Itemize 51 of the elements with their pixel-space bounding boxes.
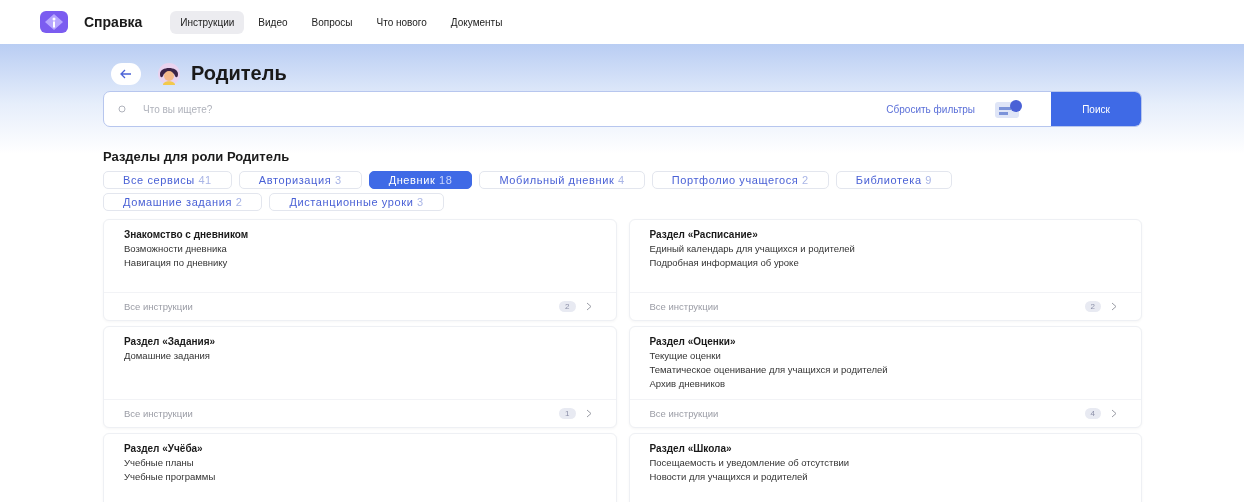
count-badge: 2 — [559, 300, 576, 312]
card-link[interactable]: Учебные программы — [124, 470, 596, 484]
parent-avatar-icon — [157, 62, 181, 85]
sections-heading: Разделы для роли Родитель — [103, 149, 291, 164]
filter-chip[interactable]: Портфолио учащегося 2 — [651, 171, 829, 189]
count-badge: 2 — [1084, 300, 1101, 312]
reset-filters-link[interactable]: Сбросить фильтры — [880, 99, 981, 119]
filter-illustration-icon — [995, 100, 1023, 118]
search-button[interactable]: Поиск — [1051, 92, 1141, 126]
card-link[interactable]: Подробная информация об уроке — [649, 256, 1121, 270]
count-badge: 4 — [1084, 407, 1101, 419]
nav-tab[interactable]: Что нового — [366, 10, 437, 34]
search-field[interactable]: Что вы ищете? Сбросить фильтры Поиск — [103, 91, 1142, 127]
chevron-icon — [585, 408, 592, 418]
card-title: Знакомство с дневником — [124, 229, 250, 240]
chevron-icon — [1111, 408, 1117, 418]
filter-chip[interactable]: Домашние задания 2 — [103, 193, 263, 211]
nav-tab[interactable]: Видео — [248, 10, 298, 34]
chevron-icon — [585, 301, 592, 311]
nav-tab[interactable]: Инструкции — [170, 10, 245, 34]
card-link[interactable]: Навигация по дневнику — [124, 256, 596, 270]
card-link[interactable]: Текущие оценки — [649, 349, 1121, 363]
filter-chip[interactable]: Все сервисы 41 — [103, 171, 232, 189]
page-title: Родитель — [191, 62, 287, 85]
card-title: Раздел «Учёба» — [124, 443, 204, 454]
nav-tab[interactable]: Вопросы — [301, 10, 363, 34]
card-title: Раздел «Задания» — [124, 336, 217, 347]
back-arrow-icon — [120, 68, 132, 79]
filter-chip[interactable]: Дистанционные уроки 3 — [269, 193, 444, 211]
nav-tab[interactable]: Документы — [440, 10, 513, 34]
card-link[interactable]: Тематическое оценивание для учащихся и родителей — [649, 363, 1121, 377]
filter-chip[interactable]: Авторизация 3 — [238, 171, 362, 189]
chevron-icon — [1111, 301, 1117, 311]
card-link[interactable]: Учебные планы — [124, 456, 596, 470]
back-button[interactable] — [111, 62, 141, 85]
filter-chip[interactable]: Дневник 18 — [368, 171, 473, 189]
card-link[interactable]: Посещаемость и уведомление об отсутствии — [649, 456, 1121, 470]
card-title: Раздел «Расписание» — [649, 229, 759, 240]
search-icon — [118, 104, 127, 114]
card-link[interactable]: Новости для учащихся и родителей — [649, 470, 1121, 484]
card-link[interactable]: Возможности дневника — [124, 242, 596, 256]
filter-chip[interactable]: Библиотека 9 — [835, 171, 952, 189]
card-link[interactable]: Архив дневников — [649, 377, 1121, 391]
card-link[interactable]: Домашние задания — [124, 349, 596, 363]
card-title: Раздел «Оценки» — [649, 336, 737, 347]
filter-chip[interactable]: Мобильный дневник 4 — [479, 171, 645, 189]
card-link[interactable]: Единый календарь для учащихся и родителей — [649, 242, 1121, 256]
logo-text: Справка — [84, 14, 143, 30]
logo-icon — [40, 11, 68, 33]
card-title: Раздел «Школа» — [649, 443, 733, 454]
count-badge: 1 — [559, 407, 576, 419]
